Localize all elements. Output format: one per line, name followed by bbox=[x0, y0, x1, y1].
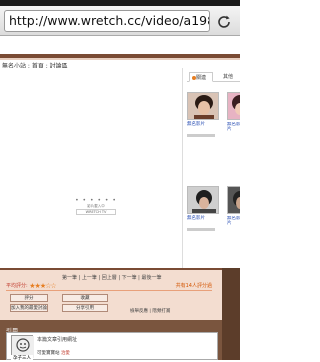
url-field[interactable]: http://www.wretch.cc/video/a1984... bbox=[4, 10, 210, 32]
thumbnail-caption[interactable]: 無名影片 bbox=[187, 122, 221, 127]
add-favorite-button[interactable]: 加入我的最愛討論 bbox=[10, 304, 48, 312]
citation-title: 本篇文章引用網址 bbox=[37, 337, 78, 343]
related-videos-panel: 關連 其他 無名影片 無名影片 無名影片 無名影片 bbox=[182, 68, 240, 268]
video-thumbnail[interactable] bbox=[227, 92, 240, 120]
loader-logo: WRETCH TV bbox=[76, 209, 116, 215]
header-divider bbox=[0, 58, 240, 60]
video-thumbnail[interactable] bbox=[187, 186, 219, 214]
video-player[interactable]: • • • • • • 影片載入中 WRETCH TV bbox=[0, 68, 182, 268]
citation-link-text[interactable]: 可愛寶寶站 bbox=[37, 351, 60, 356]
right-margin-bar bbox=[222, 268, 240, 360]
rating-label: 平均評分: bbox=[6, 283, 28, 289]
reload-icon[interactable] bbox=[214, 12, 234, 32]
thumbnail-caption[interactable]: 無名影片 bbox=[227, 216, 240, 226]
video-thumbnail[interactable] bbox=[187, 92, 219, 120]
share-button[interactable]: 分享引用 bbox=[62, 304, 108, 312]
thumbnail-meta bbox=[187, 228, 215, 231]
web-page: 無名小站 : 首頁 : 討論區 • • • • • • 影片載入中 WRETCH… bbox=[0, 36, 240, 360]
rate-button[interactable]: 評分 bbox=[10, 294, 48, 302]
rating-stars[interactable]: ★★★☆☆ bbox=[29, 282, 56, 290]
sidebar-tabs: 關連 其他 bbox=[187, 72, 240, 82]
tab-related[interactable]: 關連 bbox=[189, 72, 213, 82]
avatar-label: 孕子三人 bbox=[11, 355, 33, 361]
thumbnail-meta bbox=[187, 134, 215, 137]
tab-related-label: 關連 bbox=[196, 75, 207, 81]
address-bar: http://www.wretch.cc/video/a1984... bbox=[0, 6, 240, 36]
rating-row: 平均評分: ★★★☆☆ 共有14人評分過 bbox=[6, 282, 212, 290]
report-links[interactable]: 檢舉反應 | 階頻打賞 bbox=[130, 308, 170, 314]
video-thumbnail[interactable] bbox=[227, 186, 240, 214]
thumbnail-caption[interactable]: 無名影片 bbox=[187, 216, 221, 221]
avatar[interactable] bbox=[11, 335, 34, 358]
tab-dot-icon bbox=[192, 76, 196, 80]
favorite-button[interactable]: 收藏 bbox=[62, 294, 108, 302]
rating-divider bbox=[6, 290, 212, 291]
citation-link[interactable]: 可愛寶寶站 治愛 bbox=[37, 350, 70, 356]
rating-count: 共有14人評分過 bbox=[175, 283, 212, 289]
thumbnail-caption[interactable]: 無名影片 bbox=[227, 122, 240, 132]
pager-links[interactable]: 第一筆 | 上一筆 | 回上層 | 下一筆 | 最後一筆 bbox=[62, 274, 161, 281]
citation-box: 本篇文章引用網址 孕子三人 可愛寶寶站 治愛 bbox=[6, 332, 218, 361]
rating-section: 第一筆 | 上一筆 | 回上層 | 下一筆 | 最後一筆 平均評分: ★★★☆☆… bbox=[0, 268, 240, 320]
citation-link-tail[interactable]: 治愛 bbox=[61, 351, 70, 356]
video-loader: • • • • • • 影片載入中 WRETCH TV bbox=[74, 198, 118, 218]
tab-other[interactable]: 其他 bbox=[217, 72, 233, 82]
